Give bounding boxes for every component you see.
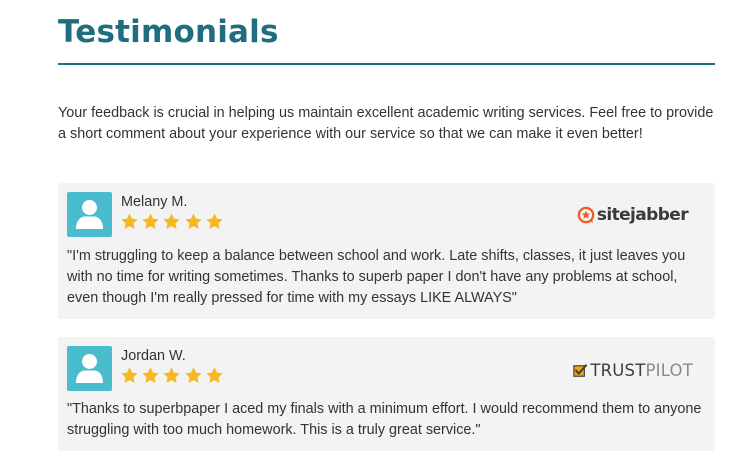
star-icon (206, 367, 223, 383)
user-avatar-icon (67, 346, 112, 391)
star-icon (206, 213, 223, 229)
trustpilot-wordmark-pilot: PILOT (645, 361, 693, 380)
trustpilot-check-icon (573, 363, 588, 377)
star-icon (184, 367, 202, 383)
user-avatar-icon (67, 192, 112, 237)
star-icon (163, 367, 181, 383)
testimonial-card: Jordan W. TRUSTPILOT "Thanks to superbpa… (58, 337, 715, 451)
testimonial-quote: "I'm struggling to keep a balance betwee… (67, 248, 686, 306)
star-icon (121, 367, 138, 383)
testimonial-quote: "Thanks to superbpaper I aced my finals … (67, 401, 702, 438)
star-rating (120, 212, 226, 232)
star-icon (142, 367, 159, 383)
reviewer-name: Jordan W. (121, 348, 186, 364)
trustpilot-wordmark-trust: TRUST (590, 361, 646, 380)
trustpilot-wordmark: TRUSTPILOT (590, 361, 693, 380)
reviewer-name: Melany M. (121, 194, 188, 210)
sitejabber-wordmark: sitejabber (596, 205, 689, 225)
intro-text: Your feedback is crucial in helping us m… (58, 105, 714, 142)
sitejabber-logo[interactable]: sitejabber (577, 205, 689, 227)
star-rating (120, 366, 226, 386)
testimonial-card: Melany M. sitejabber "I'm struggling to … (58, 183, 715, 319)
star-icon (121, 213, 138, 229)
testimonials-page: Testimonials Your feedback is crucial in… (0, 0, 733, 464)
title-divider (58, 63, 715, 65)
star-icon (184, 213, 202, 229)
trustpilot-logo[interactable]: TRUSTPILOT (573, 361, 693, 381)
page-title: Testimonials (58, 14, 279, 50)
sitejabber-logo-icon (577, 206, 595, 224)
star-icon (163, 213, 181, 229)
star-icon (142, 213, 159, 229)
